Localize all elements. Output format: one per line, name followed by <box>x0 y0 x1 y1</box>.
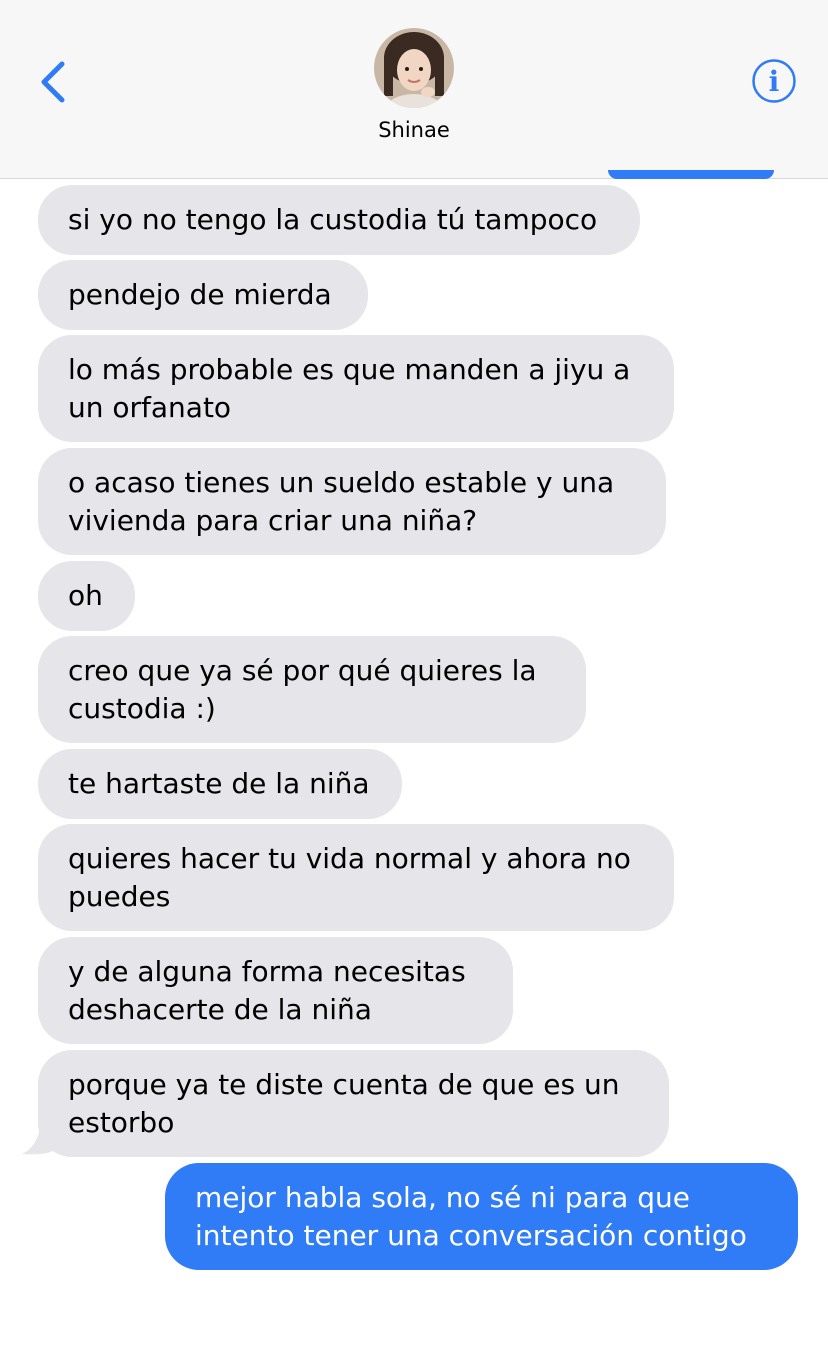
message-bubble-incoming[interactable]: creo que ya sé por qué quieres la custod… <box>38 636 586 743</box>
avatar-image <box>374 28 454 108</box>
incoming-bubble-tail <box>22 1118 58 1155</box>
message-bubble-incoming[interactable]: lo más probable es que manden a jiyu a u… <box>38 335 674 442</box>
back-button[interactable] <box>34 58 74 106</box>
info-icon: i <box>752 59 796 103</box>
avatar[interactable] <box>374 28 454 108</box>
message-bubble-incoming[interactable]: te hartaste de la niña <box>38 749 402 819</box>
message-bubble-incoming[interactable]: porque ya te diste cuenta de que es un e… <box>38 1050 669 1157</box>
message-bubble-incoming[interactable]: oh <box>38 561 135 631</box>
contact-name[interactable]: Shinae <box>0 118 828 142</box>
message-bubble-incoming[interactable]: quieres hacer tu vida normal y ahora no … <box>38 824 674 931</box>
message-bubble-incoming[interactable]: o acaso tienes un sueldo estable y una v… <box>38 448 666 555</box>
message-bubble-outgoing[interactable]: mejor habla sola, no sé ni para que inte… <box>165 1163 798 1270</box>
message-bubble-incoming[interactable]: y de alguna forma necesitas deshacerte d… <box>38 937 513 1044</box>
chevron-left-icon <box>41 61 65 103</box>
info-button[interactable]: i <box>751 58 797 104</box>
conversation-header: Shinae i <box>0 0 828 179</box>
previous-outgoing-bubble-edge <box>608 170 774 179</box>
message-bubble-incoming[interactable]: si yo no tengo la custodia tú tampoco <box>38 185 640 255</box>
svg-text:i: i <box>769 65 780 98</box>
message-bubble-incoming[interactable]: pendejo de mierda <box>38 260 368 330</box>
